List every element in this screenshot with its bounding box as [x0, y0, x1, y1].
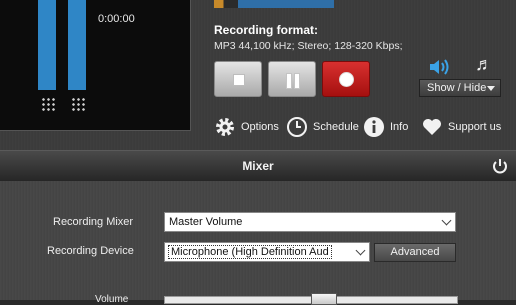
- left-channel-dots-icon: [41, 97, 55, 111]
- info-label: Info: [390, 121, 409, 133]
- options-link[interactable]: Options: [214, 116, 279, 138]
- info-icon: [363, 116, 385, 138]
- record-icon: [339, 72, 354, 87]
- heart-icon: [421, 116, 443, 138]
- show-hide-dropdown[interactable]: Show / Hide: [419, 79, 501, 97]
- elapsed-time: 0:00:00: [98, 13, 135, 25]
- recording-mixer-label: Recording Mixer: [53, 216, 134, 228]
- pause-icon: [286, 73, 292, 89]
- chevron-down-icon: [355, 245, 366, 256]
- left-channel-level: [38, 0, 56, 90]
- mixer-panel: [0, 181, 516, 300]
- mixer-title: Mixer: [242, 159, 274, 173]
- recording-mixer-select[interactable]: Master Volume: [164, 212, 456, 232]
- recording-device-select[interactable]: Microphone (High Definition Aud: [164, 242, 370, 262]
- right-channel-dots-icon: [71, 97, 85, 111]
- right-channel-level: [68, 0, 86, 90]
- stop-button[interactable]: [214, 61, 262, 97]
- show-hide-label: Show / Hide: [427, 82, 487, 94]
- music-note-icon[interactable]: ♬: [475, 54, 493, 75]
- options-label: Options: [241, 121, 279, 133]
- recorder-panel: 0:00:00 Recording format: MP3 44,100 kHz…: [0, 0, 516, 150]
- chevron-down-icon: [487, 86, 495, 91]
- support-label: Support us: [448, 121, 502, 133]
- clock-icon: [286, 116, 308, 138]
- volume-slider-thumb[interactable]: [311, 293, 338, 305]
- schedule-link[interactable]: Schedule: [286, 116, 359, 138]
- advanced-button[interactable]: Advanced: [374, 243, 456, 262]
- mixer-header: Mixer: [0, 150, 516, 182]
- recording-device-label: Recording Device: [47, 245, 134, 257]
- banner-art: [214, 0, 334, 8]
- pause-button[interactable]: [268, 61, 316, 97]
- recording-format-description: MP3 44,100 kHz; Stereo; 128-320 Kbps;: [214, 40, 403, 52]
- chevron-down-icon: [441, 215, 452, 226]
- info-link[interactable]: Info: [363, 116, 408, 138]
- recording-format-title: Recording format:: [214, 23, 319, 37]
- speaker-icon[interactable]: [428, 57, 452, 77]
- support-link[interactable]: Support us: [421, 116, 501, 138]
- recording-mixer-value: Master Volume: [169, 216, 243, 228]
- gear-icon: [214, 116, 236, 138]
- stop-icon: [233, 74, 245, 86]
- power-icon[interactable]: [491, 157, 509, 175]
- schedule-label: Schedule: [313, 121, 359, 133]
- level-meter: 0:00:00: [0, 0, 191, 131]
- record-button[interactable]: [322, 61, 370, 97]
- recording-device-value: Microphone (High Definition Aud: [168, 245, 332, 259]
- pause-icon: [294, 73, 300, 89]
